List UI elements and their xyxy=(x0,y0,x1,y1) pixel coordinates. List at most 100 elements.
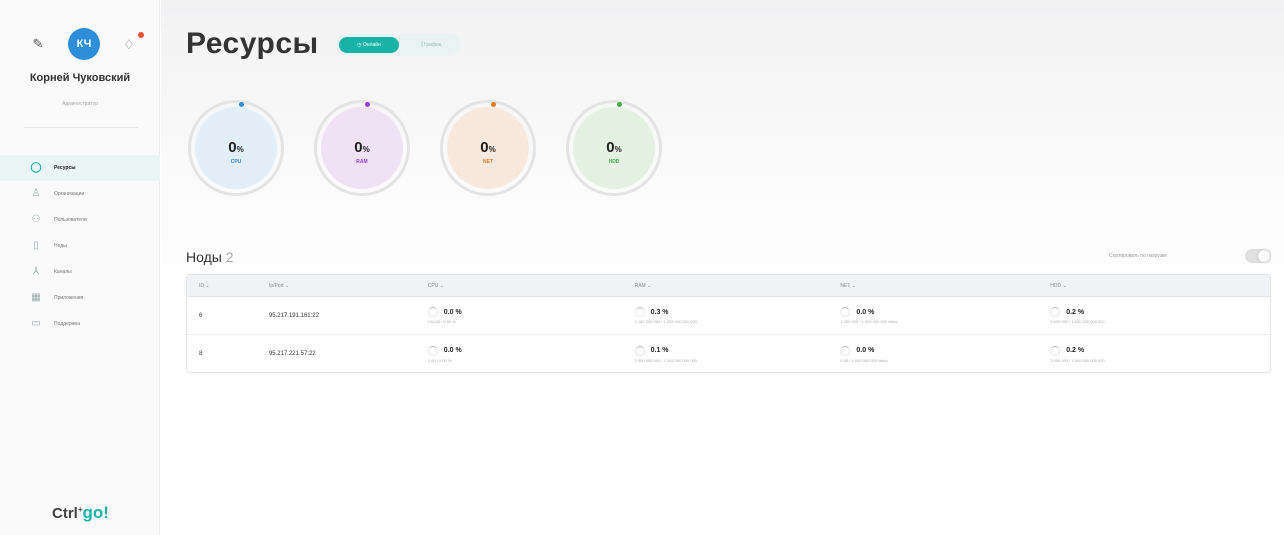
avatar[interactable]: КЧ xyxy=(68,28,100,60)
gauge-fill: 0% HDD xyxy=(573,102,655,189)
loading-spinner-icon xyxy=(634,345,645,356)
ram-detail: 2 000 000 000 / 1 203 000 000 000 xyxy=(634,357,697,363)
support-icon: ▭ xyxy=(31,318,41,329)
gauge-net: 0% NET xyxy=(440,100,536,196)
cell-net: 0.0 % 0.00 / 1 000 000 000 bits/s xyxy=(840,345,1050,363)
sort-by-load-toggle[interactable] xyxy=(1245,249,1271,263)
gauge-value: 0% xyxy=(354,139,370,156)
cell-ram: 0.3 % 3 182 000 000 / 1 203 000 000 000 xyxy=(634,307,841,324)
sidebar-item-label: Приложения xyxy=(54,295,84,301)
hdd-metric: 0.2 % xyxy=(1050,307,1270,317)
cpu-metric: 0.0 % xyxy=(427,345,635,356)
sidebar-item-channels[interactable]: ⅄ Каналы xyxy=(0,259,160,285)
gauge-label: RAM xyxy=(356,159,368,165)
gauge-dot xyxy=(491,102,496,107)
sidebar-item-label: Ноды xyxy=(54,243,67,249)
app: ✎ КЧ ♢ Корней Чуковский Администратор ◯ Р… xyxy=(0,0,1284,535)
logo-ctrl: Ctrl xyxy=(52,505,78,522)
sidebar-item-label: Ресурсы xyxy=(54,165,76,171)
column-header-id[interactable]: ID ⌄ xyxy=(187,283,269,289)
cpu-metric: 0.0 % xyxy=(427,307,635,317)
gauge-label: NET xyxy=(483,159,493,165)
cell-hdd: 0.2 % 3 000 000 / 1 000 000 000 000 xyxy=(1050,345,1270,363)
column-header-ip[interactable]: Ip/Port ⌄ xyxy=(269,283,428,289)
cpu-value: 0.0 % xyxy=(443,347,462,354)
node-icon: ▯ xyxy=(33,240,39,251)
cell-cpu: 0.0 % 100.00 / 0.00 % xyxy=(427,307,635,324)
resources-icon: ◯ xyxy=(30,162,42,173)
hdd-metric: 0.2 % xyxy=(1050,345,1270,356)
loading-spinner-icon xyxy=(1050,307,1061,317)
cell-ip: 95.217.221.57:22 xyxy=(268,351,316,357)
user-name: Корней Чуковский xyxy=(29,72,131,84)
notification-badge xyxy=(136,30,146,40)
gauge-fill: 0% CPU xyxy=(195,102,277,189)
logo: Ctrl+go! xyxy=(52,503,109,523)
logo-go: go! xyxy=(82,503,109,522)
sidebar-item-resources[interactable]: ◯ Ресурсы xyxy=(0,155,160,181)
sidebar-item-users[interactable]: ⚇ Пользователи xyxy=(0,207,160,233)
edit-icon[interactable]: ✎ xyxy=(30,36,46,52)
net-metric: 0.0 % xyxy=(840,345,1050,356)
gauge-label: HDD xyxy=(608,159,620,165)
gauge-value: 0% xyxy=(480,139,496,156)
hdd-detail: 3 000 000 / 1 000 000 000 000 xyxy=(1050,319,1105,324)
ram-value: 0.1 % xyxy=(650,347,669,354)
gauge-label: CPU xyxy=(230,159,242,165)
loading-spinner-icon xyxy=(840,307,851,317)
column-header-net[interactable]: NET ⌄ xyxy=(840,283,1050,289)
sidebar-item-nodes[interactable]: ▯ Ноды xyxy=(0,233,160,259)
gauge-fill: 0% RAM xyxy=(321,102,403,189)
sidebar-item-label: Организации xyxy=(54,191,85,197)
sidebar-divider xyxy=(24,127,138,128)
toggle-knob xyxy=(1258,250,1270,262)
graph-button[interactable]: ⫿ График xyxy=(406,37,456,53)
cpu-value: 0.0 % xyxy=(443,308,462,316)
online-button[interactable]: ◷ Онлайн xyxy=(339,37,399,53)
nodes-count: 2 xyxy=(225,249,234,265)
cell-ram: 0.1 % 2 000 000 000 / 1 203 000 000 000 xyxy=(634,345,841,363)
sidebar-item-apps[interactable]: ▦ Приложения xyxy=(0,285,160,311)
gauge-dot xyxy=(617,102,622,107)
view-toggle: ◷ Онлайн ⫿ График xyxy=(336,34,461,56)
page-title: Ресурсы xyxy=(186,27,319,60)
net-metric: 0.0 % xyxy=(840,307,1050,317)
sidebar-item-label: Пользователи xyxy=(54,217,87,223)
sidebar-item-support[interactable]: ▭ Поддержка xyxy=(0,311,160,337)
nodes-heading: Ноды 2 xyxy=(186,249,234,265)
gauge-value: 0% xyxy=(228,139,244,156)
gauge-fill: 0% NET xyxy=(447,102,529,189)
loading-spinner-icon xyxy=(840,345,851,356)
table-row[interactable]: 8 95.217.221.57:22 0.0 % 0.00 / 0.00 % 0… xyxy=(187,335,1270,373)
gauge-dot xyxy=(365,102,370,107)
column-header-cpu[interactable]: CPU ⌄ xyxy=(428,283,635,289)
sort-by-load-label: Сортировать по нагрузке xyxy=(1109,253,1168,259)
cell-hdd: 0.2 % 3 000 000 / 1 000 000 000 000 xyxy=(1050,307,1270,324)
main-content: Ресурсы ◷ Онлайн ⫿ График 0% CPU 0% RAM 0%… xyxy=(161,0,1284,535)
gauge-dot xyxy=(239,102,244,107)
ram-metric: 0.1 % xyxy=(634,345,841,356)
channels-icon: ⅄ xyxy=(32,266,40,277)
gauge-value: 0% xyxy=(606,139,622,156)
loading-spinner-icon xyxy=(634,307,645,317)
cpu-detail: 100.00 / 0.00 % xyxy=(427,319,456,324)
hdd-value: 0.2 % xyxy=(1066,308,1085,316)
sidebar-item-label: Поддержка xyxy=(54,321,81,327)
net-detail: 0.00 / 1 000 000 000 bits/s xyxy=(840,357,888,363)
gauge-ram: 0% RAM xyxy=(314,100,410,196)
cell-id: 8 xyxy=(199,351,203,357)
column-header-ram[interactable]: RAM ⌄ xyxy=(635,283,841,289)
column-header-hdd[interactable]: HDD ⌄ xyxy=(1050,283,1270,289)
notifications-icon[interactable]: ♢ xyxy=(120,36,138,54)
cell-ip: 95.217.191.161:22 xyxy=(268,312,319,319)
net-value: 0.0 % xyxy=(856,308,875,316)
loading-spinner-icon xyxy=(1050,345,1061,356)
online-button-label: Онлайн xyxy=(362,42,381,48)
table-row[interactable]: 6 95.217.191.161:22 0.0 % 100.00 / 0.00 … xyxy=(187,297,1270,335)
hdd-value: 0.2 % xyxy=(1066,347,1085,354)
sidebar-nav: ◯ Ресурсы ♙ Организации ⚇ Пользователи ▯ Нод… xyxy=(0,155,160,337)
sidebar-top-icons: ✎ КЧ ♢ xyxy=(0,28,160,60)
sidebar-item-organizations[interactable]: ♙ Организации xyxy=(0,181,160,207)
organization-icon: ♙ xyxy=(31,188,41,199)
nodes-table: ID ⌄ Ip/Port ⌄ CPU ⌄ RAM ⌄ NET ⌄ HDD ⌄ 6… xyxy=(186,274,1271,373)
